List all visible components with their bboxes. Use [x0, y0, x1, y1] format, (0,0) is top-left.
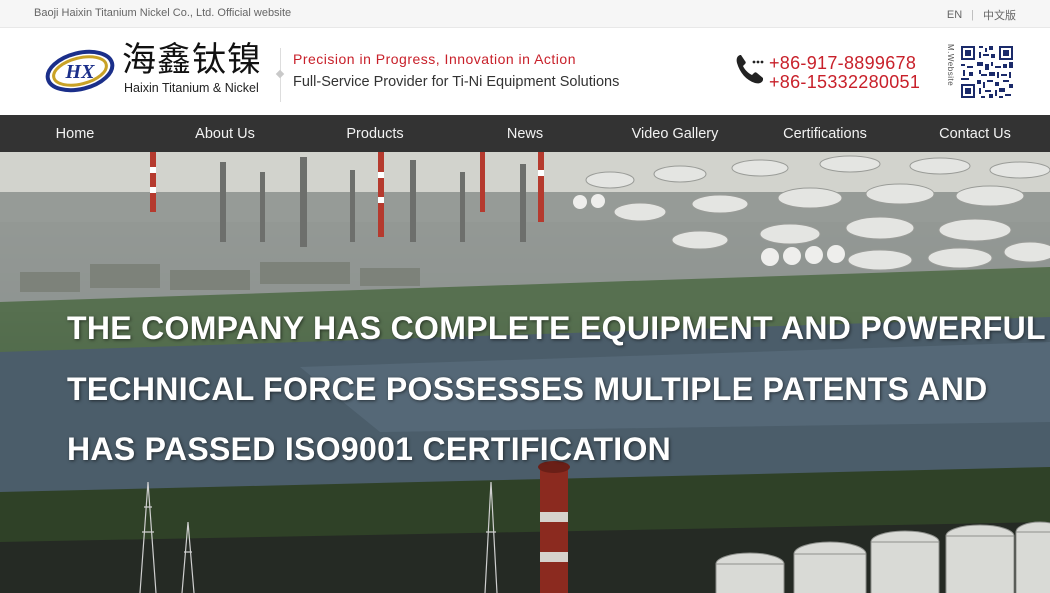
top-bar: Baoji Haixin Titanium Nickel Co., Ltd. O…	[0, 0, 1050, 28]
mobile-site-label: M.Website	[946, 44, 955, 87]
phone-number-2[interactable]: +86-15332280051	[769, 72, 920, 93]
nav-item-contact-us[interactable]: Contact Us	[900, 115, 1050, 152]
lang-en-link[interactable]: EN	[947, 9, 962, 21]
qr-code-icon	[959, 44, 1015, 100]
hero-headline: THE COMPANY HAS COMPLETE EQUIPMENT AND P…	[67, 298, 1046, 480]
company-name: Baoji Haixin Titanium Nickel Co., Ltd. O…	[34, 7, 292, 19]
phone-icon	[736, 55, 764, 84]
phone-number-1[interactable]: +86-917-8899678	[769, 53, 916, 74]
header-divider	[280, 48, 281, 102]
lang-separator: |	[971, 9, 974, 21]
logo-letters: HX	[65, 61, 96, 83]
nav-item-home[interactable]: Home	[0, 115, 150, 152]
hero-banner[interactable]: THE COMPANY HAS COMPLETE EQUIPMENT AND P…	[0, 152, 1050, 593]
nav-item-certifications[interactable]: Certifications	[750, 115, 900, 152]
company-logo-icon[interactable]: HX	[44, 46, 116, 94]
slogan-primary: Precision in Progress, Innovation in Act…	[293, 51, 576, 67]
hero-headline-line-3: HAS PASSED ISO9001 CERTIFICATION	[67, 431, 672, 467]
lang-cn-link[interactable]: 中文版	[983, 7, 1016, 23]
language-switcher: EN | 中文版	[947, 7, 1016, 23]
logo-english-name: Haixin Titanium & Nickel	[124, 81, 259, 95]
nav-item-video-gallery[interactable]: Video Gallery	[600, 115, 750, 152]
main-nav: Home About Us Products News Video Galler…	[0, 115, 1050, 152]
slogan-secondary: Full-Service Provider for Ti-Ni Equipmen…	[293, 74, 620, 90]
logo-chinese-name: 海鑫钛镍	[122, 40, 262, 80]
nav-item-news[interactable]: News	[450, 115, 600, 152]
hero-headline-line-1: THE COMPANY HAS COMPLETE EQUIPMENT AND P…	[67, 310, 1046, 346]
nav-item-about-us[interactable]: About Us	[150, 115, 300, 152]
hero-headline-line-2: TECHNICAL FORCE POSSESSES MULTIPLE PATEN…	[67, 370, 988, 407]
site-header: HX 海鑫钛镍 Haixin Titanium & Nickel Precisi…	[0, 28, 1050, 115]
nav-item-products[interactable]: Products	[300, 115, 450, 152]
